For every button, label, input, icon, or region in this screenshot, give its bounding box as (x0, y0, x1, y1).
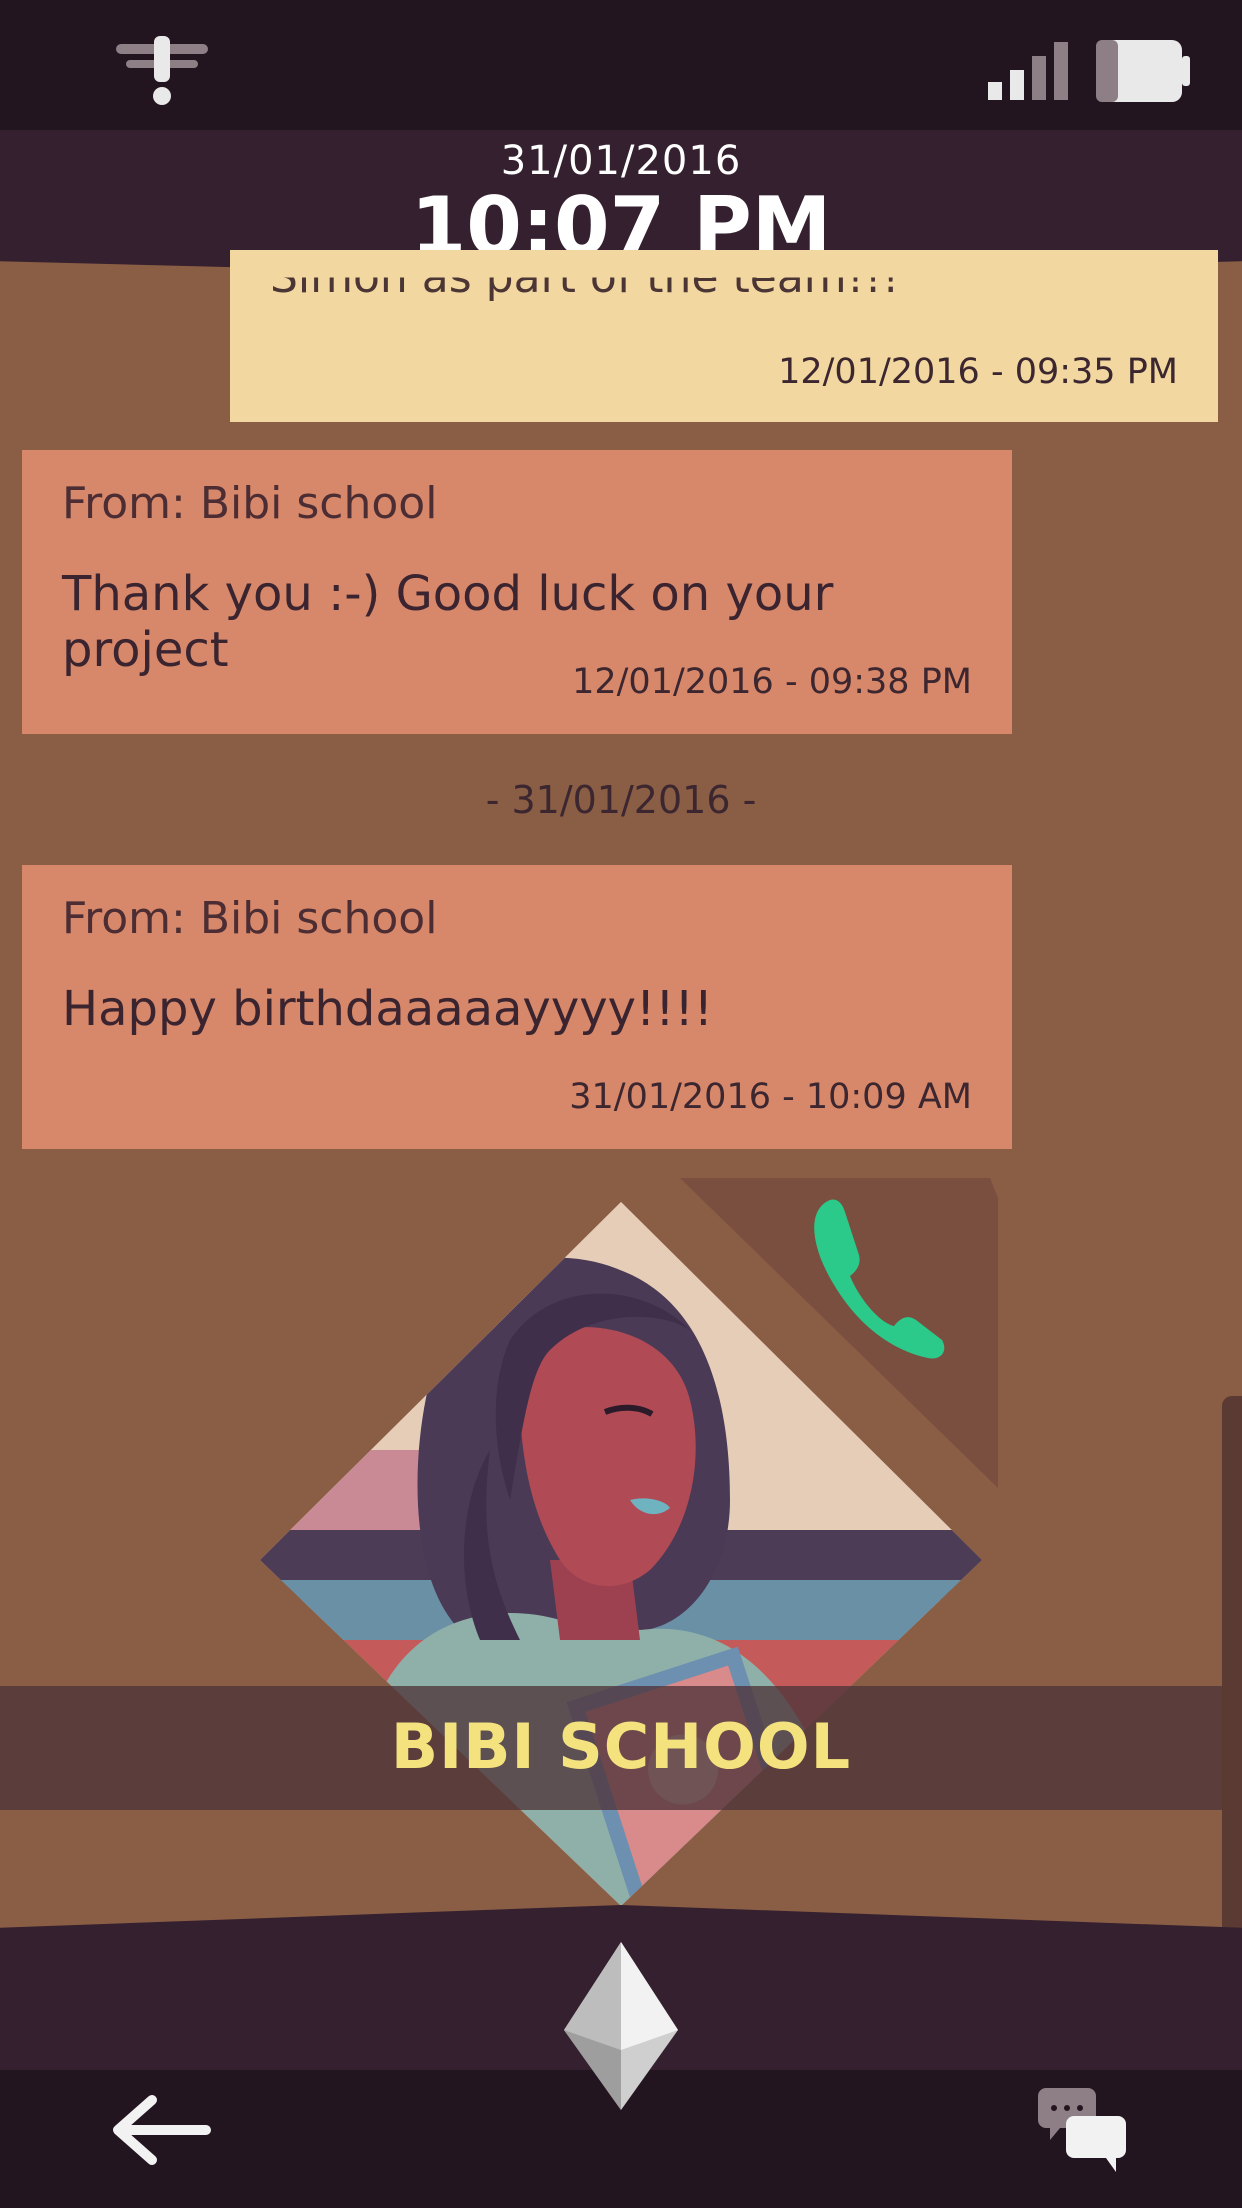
contact-name: BIBI SCHOOL (390, 1710, 852, 1783)
signal-bars-icon (988, 42, 1068, 100)
current-date: 31/01/2016 (500, 138, 742, 184)
battery-icon (1096, 40, 1190, 102)
message-bubble-incoming: From: Bibi school Happy birthdaaaaayyyy!… (22, 865, 1012, 1149)
back-arrow-icon[interactable] (112, 2094, 212, 2166)
message-timestamp: 12/01/2016 - 09:35 PM (778, 352, 1178, 392)
chat-bubbles-icon[interactable] (1036, 2084, 1130, 2178)
diamond-home-icon[interactable] (562, 1940, 680, 2112)
scrollbar[interactable] (1222, 1396, 1242, 1936)
message-sender: From: Bibi school (62, 893, 438, 944)
exclamation-icon[interactable] (112, 34, 212, 108)
message-sender: From: Bibi school (62, 478, 438, 529)
message-timestamp: 12/01/2016 - 09:38 PM (572, 662, 972, 702)
message-timestamp: 31/01/2016 - 10:09 AM (569, 1077, 972, 1117)
message-text: Happy birthdaaaaayyyy!!!! (62, 981, 714, 1037)
message-bubble-outgoing: Simon as part of the team!!! 12/01/2016 … (230, 250, 1218, 422)
day-separator: - 31/01/2016 - (485, 778, 757, 822)
message-text: Simon as part of the team!!! (270, 252, 900, 304)
message-bubble-incoming: From: Bibi school Thank you :-) Good luc… (22, 450, 1012, 734)
